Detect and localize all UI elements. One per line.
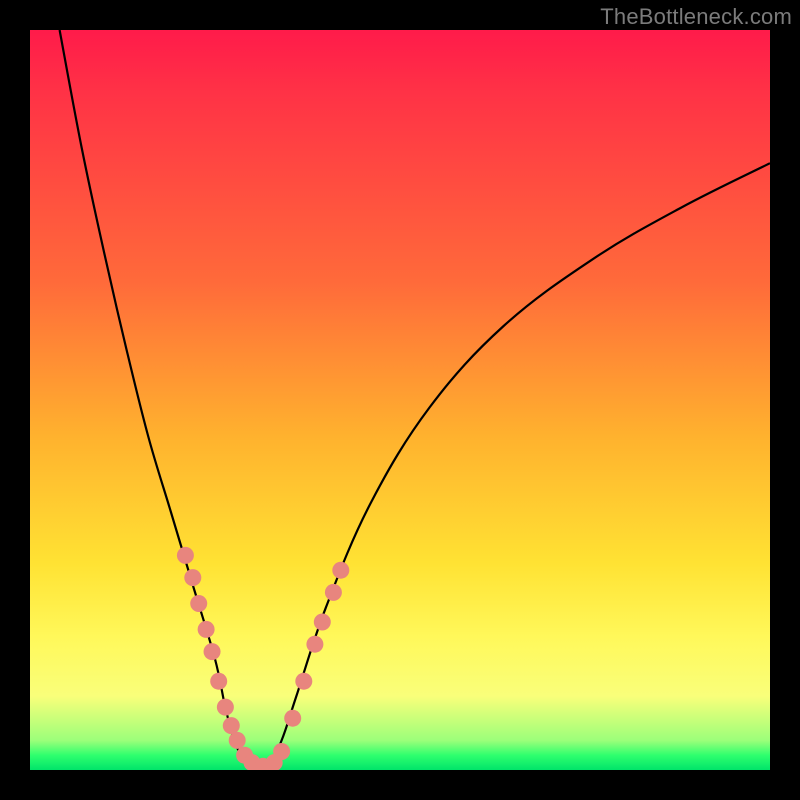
data-point [255,758,272,770]
data-point [223,717,240,734]
data-point [244,754,261,770]
data-point [266,754,283,770]
data-point [190,595,207,612]
data-point [210,673,227,690]
data-point [184,569,201,586]
data-point [295,673,312,690]
data-point [325,584,342,601]
curve-group [60,30,770,770]
curve-layer [30,30,770,770]
data-point [217,699,234,716]
data-point [204,643,221,660]
data-point [284,710,301,727]
bottleneck-curve [60,30,770,770]
data-point [198,621,215,638]
watermark-text: TheBottleneck.com [600,4,792,30]
data-point [236,747,253,764]
dots-group [177,547,349,770]
data-point [273,743,290,760]
data-point [306,636,323,653]
data-point [177,547,194,564]
data-point [229,732,246,749]
data-point [332,562,349,579]
data-point [314,614,331,631]
plot-area [30,30,770,770]
chart-frame: TheBottleneck.com [0,0,800,800]
